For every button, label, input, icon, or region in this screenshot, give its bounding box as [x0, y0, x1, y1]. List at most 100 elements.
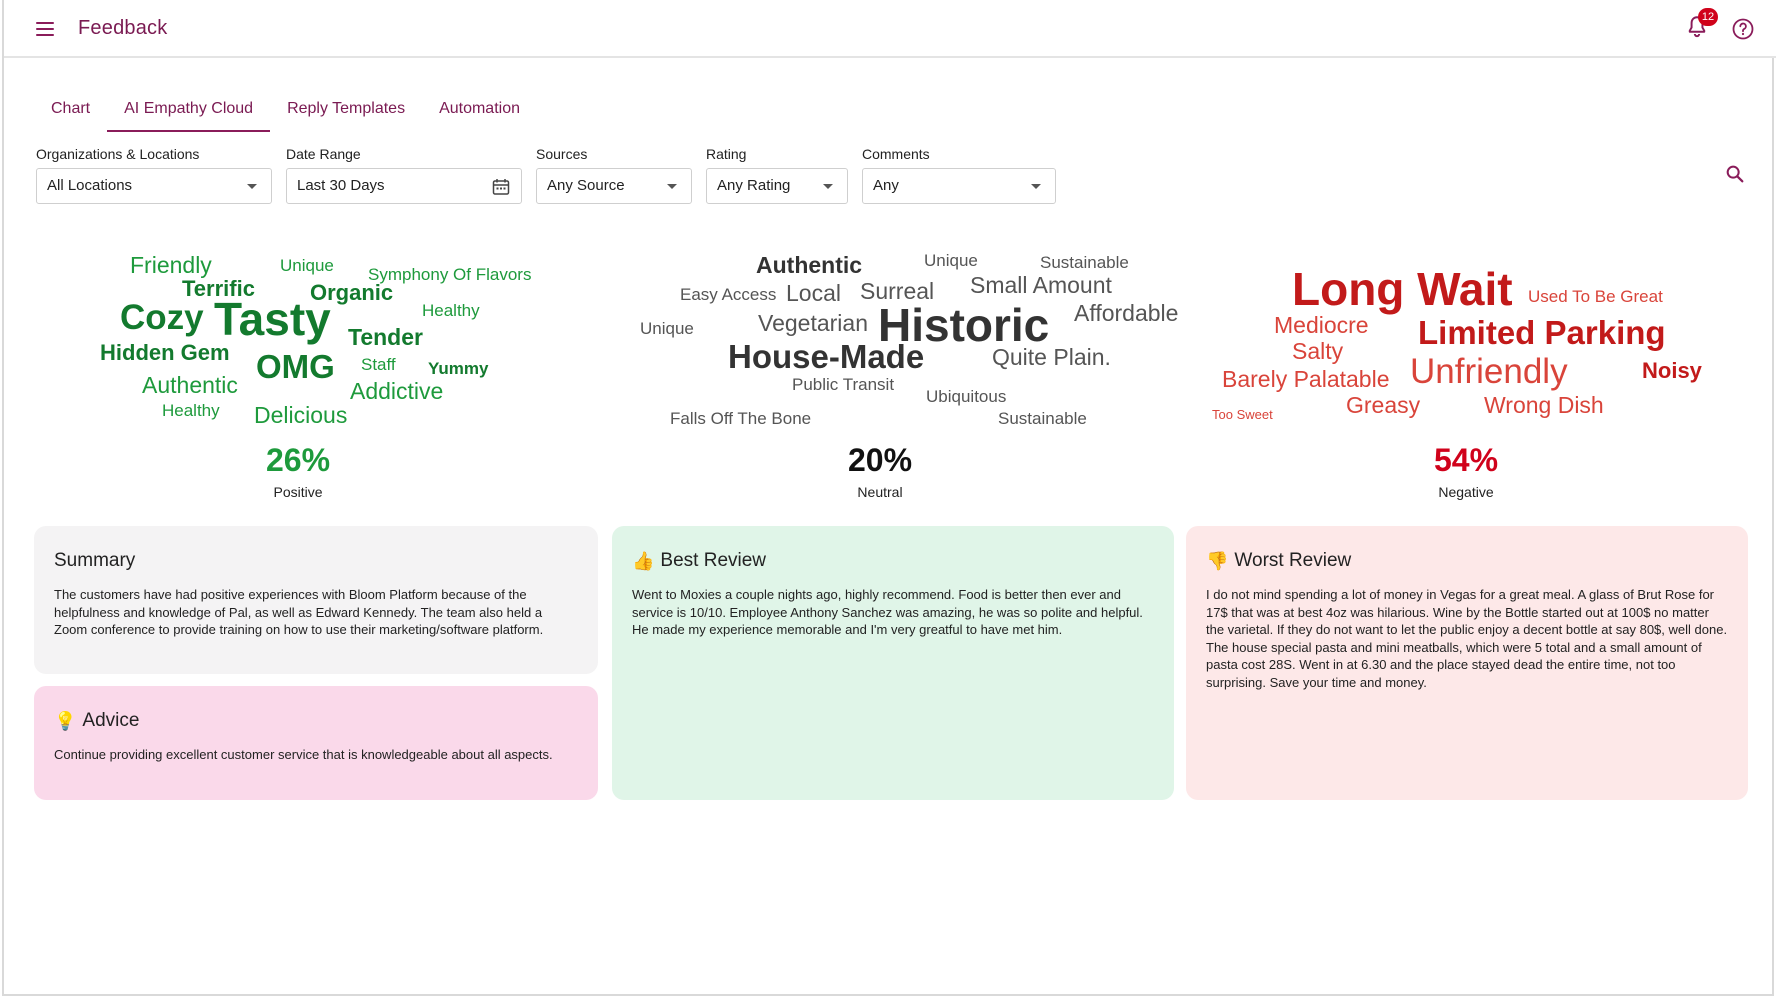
summary-card: Summary The customers have had positive …	[34, 526, 598, 674]
cloud-word: Addictive	[350, 378, 444, 404]
filter-organizations: Organizations & Locations All Locations	[36, 146, 272, 204]
thumbs-up-icon: 👍	[632, 551, 655, 571]
cloud-word: Greasy	[1346, 392, 1421, 418]
cloud-word: Mediocre	[1274, 312, 1369, 338]
filter-rating: Rating Any Rating	[706, 146, 848, 204]
cloud-word: Ubiquitous	[926, 387, 1007, 406]
neutral-stat: 20% Neutral	[780, 444, 980, 500]
cloud-word: Hidden Gem	[100, 340, 230, 365]
positive-percent: 26%	[265, 442, 331, 478]
cloud-word: House-Made	[728, 338, 925, 375]
positive-label: Positive	[273, 484, 323, 500]
menu-icon[interactable]	[36, 22, 54, 36]
cloud-word: Unique	[924, 251, 978, 270]
help-icon[interactable]	[1731, 17, 1755, 41]
chevron-down-icon	[823, 184, 833, 189]
cloud-word: OMG	[256, 348, 335, 385]
best-review-text: Went to Moxies a couple nights ago, high…	[632, 587, 1143, 637]
tab-chart[interactable]: Chart	[34, 96, 107, 132]
sources-select[interactable]: Any Source	[536, 168, 692, 204]
filter-sources-label: Sources	[536, 146, 588, 162]
summary-title-text: Summary	[54, 550, 136, 571]
cloud-word: Used To Be Great	[1528, 287, 1663, 306]
cloud-word: Delicious	[254, 402, 348, 428]
cloud-word: Barely Palatable	[1222, 366, 1390, 392]
cloud-word: Noisy	[1642, 358, 1702, 383]
search-icon[interactable]	[1724, 163, 1746, 185]
summary-title: Summary	[54, 550, 578, 572]
cloud-word: Unfriendly	[1410, 352, 1568, 391]
cloud-word: Local	[786, 280, 841, 306]
filter-organizations-label: Organizations & Locations	[36, 146, 200, 162]
cloud-word: Yummy	[428, 359, 489, 378]
cloud-word: Cozy	[120, 298, 204, 337]
best-review-card: 👍 Best Review Went to Moxies a couple ni…	[612, 526, 1174, 800]
lightbulb-icon: 💡	[54, 711, 77, 731]
sources-select-value: Any Source	[547, 177, 625, 194]
app-frame: Feedback 12 Chart AI Empathy Cloud Reply…	[2, 0, 1776, 996]
calendar-icon[interactable]	[491, 177, 511, 197]
negative-percent: 54%	[1433, 442, 1499, 478]
positive-stat: 26% Positive	[198, 444, 398, 500]
filter-date-range: Date Range Last 30 Days	[286, 146, 522, 204]
cloud-word: Too Sweet	[1212, 407, 1273, 422]
page-title: Feedback	[78, 17, 168, 39]
worst-review-card: 👎 Worst Review I do not mind spending a …	[1186, 526, 1748, 800]
chevron-down-icon	[667, 184, 677, 189]
positive-word-cloud: Friendly Unique Symphony Of Flavors Terr…	[4, 240, 594, 440]
cloud-word: Limited Parking	[1418, 314, 1666, 351]
advice-title-text: Advice	[82, 710, 140, 731]
organizations-select[interactable]: All Locations	[36, 168, 272, 204]
cloud-word: Healthy	[162, 401, 220, 420]
cloud-word: Healthy	[422, 301, 480, 320]
chevron-down-icon	[247, 184, 257, 189]
cloud-word: Quite Plain.	[992, 344, 1111, 370]
filter-comments: Comments Any	[862, 146, 1056, 204]
cloud-word: Falls Off The Bone	[670, 409, 812, 428]
cloud-word: Long Wait	[1292, 263, 1513, 315]
filter-sources: Sources Any Source	[536, 146, 692, 204]
filter-date-range-label: Date Range	[286, 146, 361, 162]
notification-badge: 12	[1698, 8, 1718, 26]
thumbs-down-icon: 👎	[1206, 551, 1229, 571]
filter-comments-label: Comments	[862, 146, 930, 162]
date-range-value: Last 30 Days	[297, 177, 385, 194]
best-review-title: 👍 Best Review	[632, 550, 1154, 572]
summary-text: The customers have had positive experien…	[54, 587, 544, 637]
worst-review-title: 👎 Worst Review	[1206, 550, 1728, 572]
cloud-word: Unique	[280, 256, 334, 275]
top-bar: Feedback 12	[4, 0, 1776, 58]
organizations-select-value: All Locations	[47, 177, 133, 194]
neutral-label: Neutral	[857, 484, 903, 500]
filter-rating-label: Rating	[706, 146, 747, 162]
neutral-word-cloud: Authentic Unique Sustainable Easy Access…	[594, 240, 1194, 440]
cloud-word: Sustainable	[998, 409, 1087, 428]
cloud-word: Authentic	[142, 372, 238, 398]
negative-label: Negative	[1438, 484, 1494, 500]
cloud-word: Public Transit	[792, 375, 895, 394]
negative-word-cloud: Long Wait Used To Be Great Mediocre Limi…	[1194, 240, 1764, 440]
advice-text: Continue providing excellent customer se…	[54, 747, 553, 762]
advice-card: 💡 Advice Continue providing excellent cu…	[34, 686, 598, 800]
advice-title: 💡 Advice	[54, 710, 578, 732]
cloud-word: Sustainable	[1040, 253, 1129, 272]
rating-select[interactable]: Any Rating	[706, 168, 848, 204]
tab-reply-templates[interactable]: Reply Templates	[270, 96, 422, 132]
rating-select-value: Any Rating	[717, 177, 791, 194]
chevron-down-icon	[1031, 184, 1041, 189]
cloud-word: Friendly	[130, 252, 212, 278]
tab-bar: Chart AI Empathy Cloud Reply Templates A…	[34, 96, 537, 132]
negative-stat: 54% Negative	[1366, 444, 1566, 500]
cloud-word: Salty	[1292, 338, 1344, 364]
date-range-input[interactable]: Last 30 Days	[286, 168, 522, 204]
tab-automation[interactable]: Automation	[422, 96, 537, 132]
best-review-title-text: Best Review	[660, 550, 767, 571]
comments-select[interactable]: Any	[862, 168, 1056, 204]
comments-select-value: Any	[873, 177, 899, 194]
cloud-word: Staff	[361, 355, 396, 374]
cloud-word: Unique	[640, 319, 694, 338]
neutral-percent: 20%	[847, 442, 913, 478]
cloud-word: Tasty	[214, 293, 331, 345]
cloud-word: Authentic	[756, 252, 863, 278]
tab-ai-empathy-cloud[interactable]: AI Empathy Cloud	[107, 96, 271, 132]
